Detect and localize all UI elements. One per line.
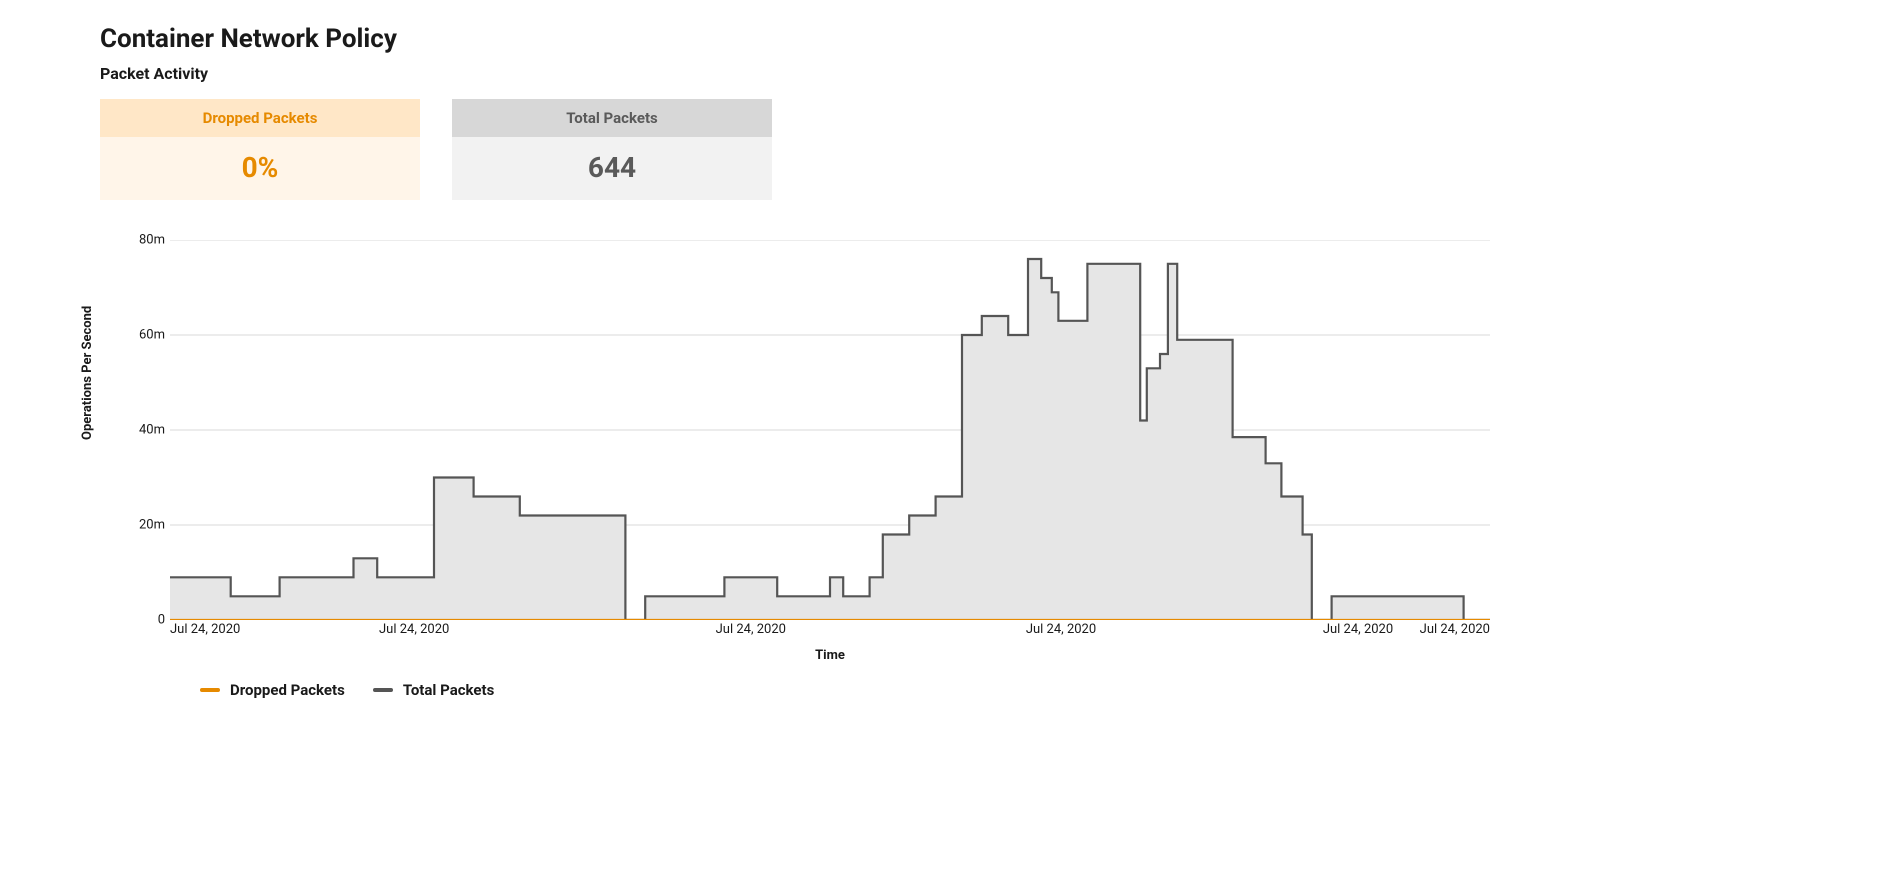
card-total-label: Total Packets xyxy=(452,99,772,137)
legend-swatch-total xyxy=(373,688,393,692)
chart-y-tick: 20m xyxy=(139,518,165,533)
page-title: Container Network Policy xyxy=(100,24,1530,54)
chart-x-tick: Jul 24, 2020 xyxy=(379,622,449,637)
packet-activity-chart: Operations Per Second 020m40m60m80m Jul … xyxy=(100,240,1530,699)
chart-x-tick: Jul 24, 2020 xyxy=(1420,622,1490,637)
chart-x-ticks: Jul 24, 2020 Jul 24, 2020 Jul 24, 2020 Jul … xyxy=(170,620,1490,642)
summary-cards: Dropped Packets 0% Total Packets 644 xyxy=(100,99,1530,200)
chart-x-axis-label: Time xyxy=(170,648,1490,663)
chart-y-axis-label: Operations Per Second xyxy=(80,306,95,440)
legend-item-dropped: Dropped Packets xyxy=(200,681,345,699)
chart-y-tick: 80m xyxy=(139,233,165,248)
page-subtitle: Packet Activity xyxy=(100,64,1530,83)
chart-y-tick: 40m xyxy=(139,423,165,438)
chart-x-tick: Jul 24, 2020 xyxy=(716,622,786,637)
card-dropped-packets: Dropped Packets 0% xyxy=(100,99,420,200)
card-total-value: 644 xyxy=(452,137,772,200)
card-dropped-value: 0% xyxy=(100,137,420,200)
chart-legend: Dropped Packets Total Packets xyxy=(200,681,1530,699)
chart-x-tick: Jul 24, 2020 xyxy=(1323,622,1393,637)
legend-label-total: Total Packets xyxy=(403,681,494,699)
chart-x-tick: Jul 24, 2020 xyxy=(1026,622,1096,637)
chart-y-ticks: 020m40m60m80m xyxy=(125,240,165,620)
legend-label-dropped: Dropped Packets xyxy=(230,681,345,699)
card-total-packets: Total Packets 644 xyxy=(452,99,772,200)
card-dropped-label: Dropped Packets xyxy=(100,99,420,137)
legend-item-total: Total Packets xyxy=(373,681,494,699)
chart-x-tick: Jul 24, 2020 xyxy=(170,622,240,637)
chart-y-tick: 60m xyxy=(139,328,165,343)
legend-swatch-dropped xyxy=(200,688,220,692)
chart-y-tick: 0 xyxy=(158,613,165,628)
chart-plot-area[interactable] xyxy=(170,240,1490,620)
